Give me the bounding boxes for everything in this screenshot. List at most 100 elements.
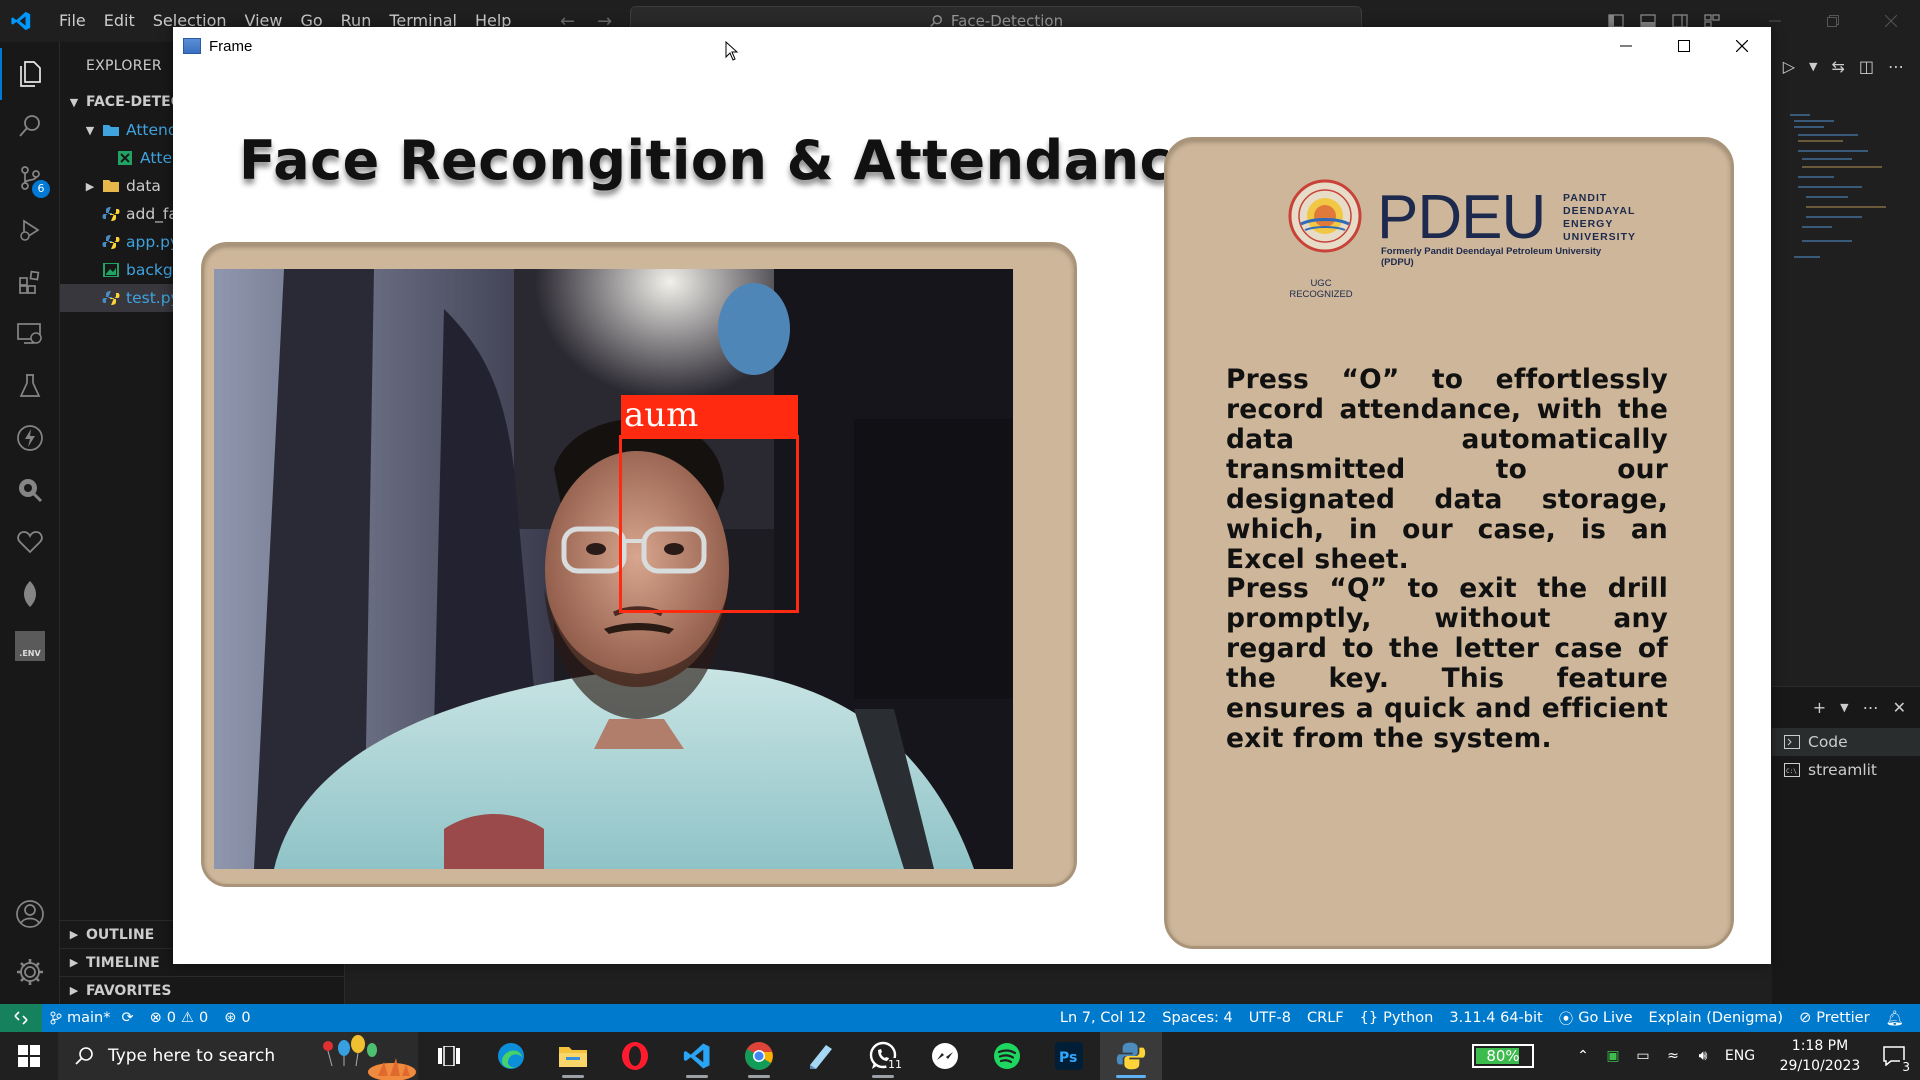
problems-status[interactable]: ⊗ 0 ⚠ 0 xyxy=(142,1010,217,1026)
restore-icon[interactable] xyxy=(1804,0,1862,42)
search-highlight-icon xyxy=(323,1035,416,1080)
section-label: FAVORITES xyxy=(86,982,172,999)
testing-icon[interactable] xyxy=(0,360,60,412)
antenna-icon: ⊛ xyxy=(224,1010,237,1026)
frame-minimize-icon[interactable] xyxy=(1597,27,1655,65)
volume-icon[interactable]: 🔊︎ xyxy=(1688,1048,1718,1064)
battery-icon[interactable]: ▭ xyxy=(1628,1048,1658,1064)
frame-maximize-icon[interactable] xyxy=(1655,27,1713,65)
split-editor-icon[interactable]: ◫ xyxy=(1859,57,1874,76)
menu-file[interactable]: File xyxy=(50,0,95,42)
indentation[interactable]: Spaces: 4 xyxy=(1154,1010,1240,1026)
notification-center-icon[interactable]: 3 xyxy=(1868,1032,1920,1080)
frame-titlebar[interactable]: Frame xyxy=(173,27,1771,65)
search-replace-icon[interactable] xyxy=(0,464,60,516)
braces-icon: {} xyxy=(1359,1010,1379,1026)
env-icon[interactable]: .ENV xyxy=(0,620,60,672)
prettier-status[interactable]: ⊘ Prettier xyxy=(1791,1010,1878,1026)
end-of-line[interactable]: CRLF xyxy=(1299,1010,1352,1026)
extensions-icon[interactable] xyxy=(0,256,60,308)
encoding[interactable]: UTF-8 xyxy=(1241,1010,1299,1026)
input-language[interactable]: ENG xyxy=(1718,1048,1762,1064)
task-view-icon[interactable] xyxy=(418,1032,480,1080)
language-label: Python xyxy=(1383,1010,1434,1026)
close-panel-icon[interactable]: ✕ xyxy=(1893,698,1906,717)
university-seal-icon xyxy=(1288,179,1362,253)
face-bounding-box xyxy=(619,435,799,613)
editor-toolbar: ▷ ▼ ⇆ ◫ ⋯ xyxy=(1772,46,1920,86)
customize-layout-icon[interactable] xyxy=(1696,14,1728,28)
wifi-icon[interactable]: ≈ xyxy=(1658,1048,1688,1064)
cmd-terminal-icon: C:\ xyxy=(1784,763,1800,777)
toggle-panel-icon[interactable] xyxy=(1632,14,1664,28)
chevron-right-icon: ▶ xyxy=(69,928,79,941)
python-file-icon xyxy=(102,291,120,305)
notepad-icon[interactable] xyxy=(790,1032,852,1080)
explain-denigma[interactable]: Explain (Denigma) xyxy=(1641,1010,1792,1026)
logo-subtitle: Formerly Pandit Deendayal Petroleum Univ… xyxy=(1381,246,1602,268)
whatsapp-icon[interactable]: 11 xyxy=(852,1032,914,1080)
close-icon[interactable] xyxy=(1862,0,1920,42)
terminal-tab-streamlit[interactable]: C:\ streamlit xyxy=(1772,756,1920,784)
chevron-down-icon[interactable]: ▼ xyxy=(1840,701,1848,714)
go-live-button[interactable]: ⦿ Go Live xyxy=(1551,1008,1641,1029)
photoshop-icon[interactable]: Ps xyxy=(1038,1032,1100,1080)
compare-icon[interactable]: ⇆ xyxy=(1831,57,1844,76)
favorites-section[interactable]: ▶ FAVORITES xyxy=(60,976,345,1004)
run-debug-icon[interactable] xyxy=(0,204,60,256)
language-mode[interactable]: {} Python xyxy=(1352,1010,1442,1026)
taskbar-search[interactable]: Type here to search xyxy=(58,1032,418,1080)
branch-status[interactable]: main* ⟳ xyxy=(42,1010,142,1026)
remote-explorer-icon[interactable] xyxy=(0,308,60,360)
heart-icon[interactable] xyxy=(0,516,60,568)
more-actions-icon[interactable]: ⋯ xyxy=(1888,57,1904,76)
menu-edit[interactable]: Edit xyxy=(95,0,144,42)
python-interpreter[interactable]: 3.11.4 64-bit xyxy=(1441,1010,1550,1026)
vscode-icon[interactable] xyxy=(666,1032,728,1080)
file-explorer-icon[interactable] xyxy=(542,1032,604,1080)
python-icon[interactable] xyxy=(1100,1032,1162,1080)
tree-label: data xyxy=(126,177,161,195)
section-label: TIMELINE xyxy=(86,954,160,971)
chevron-up-icon[interactable]: ⌃ xyxy=(1568,1048,1598,1064)
run-icon[interactable]: ▷ xyxy=(1783,57,1795,76)
tray-app-icon[interactable]: ▣ xyxy=(1598,1048,1628,1064)
windows-start-icon[interactable] xyxy=(0,1032,58,1080)
ports-status[interactable]: ⊛ 0 xyxy=(216,1010,258,1026)
clock-time: 1:18 PM xyxy=(1791,1038,1849,1054)
messenger-icon[interactable] xyxy=(914,1032,976,1080)
remote-indicator-icon[interactable] xyxy=(0,1004,42,1032)
terminal-tab-code[interactable]: Code xyxy=(1772,728,1920,756)
instruction-record: Press “O” to effortlessly record attenda… xyxy=(1226,364,1668,575)
chevron-down-icon[interactable]: ▼ xyxy=(1809,60,1817,73)
leaf-icon[interactable] xyxy=(0,568,60,620)
settings-gear-icon[interactable] xyxy=(0,946,60,998)
broadcast-icon: ⦿ xyxy=(1558,1011,1574,1028)
search-icon xyxy=(75,1047,93,1065)
more-actions-icon[interactable]: ⋯ xyxy=(1863,698,1879,717)
sync-icon[interactable]: ⟳ xyxy=(121,1010,133,1026)
search-icon[interactable] xyxy=(0,100,60,152)
lightning-icon[interactable] xyxy=(0,412,60,464)
python-file-icon xyxy=(102,207,120,221)
notifications-bell-icon[interactable]: 🔔︎ xyxy=(1878,1010,1912,1027)
battery-indicator[interactable]: 80% xyxy=(1472,1044,1534,1068)
chrome-icon[interactable] xyxy=(728,1032,790,1080)
cursor-position[interactable]: Ln 7, Col 12 xyxy=(1052,1010,1154,1026)
new-terminal-icon[interactable]: + xyxy=(1813,698,1826,717)
toggle-secondary-sidebar-icon[interactable] xyxy=(1664,14,1696,28)
clock[interactable]: 1:18 PM 29/10/2023 xyxy=(1772,1036,1868,1076)
opera-icon[interactable] xyxy=(604,1032,666,1080)
minimap xyxy=(1788,110,1898,280)
toggle-sidebar-icon[interactable] xyxy=(1600,14,1632,28)
source-control-icon[interactable]: 6 xyxy=(0,152,60,204)
edge-icon[interactable] xyxy=(480,1032,542,1080)
spotify-icon[interactable] xyxy=(976,1032,1038,1080)
terminal-label: streamlit xyxy=(1808,761,1878,779)
frame-close-icon[interactable] xyxy=(1713,27,1771,65)
explorer-icon[interactable] xyxy=(0,48,60,100)
chevron-right-icon: ▶ xyxy=(69,956,79,969)
face-detection-name: aum xyxy=(624,395,699,435)
whatsapp-badge: 11 xyxy=(886,1058,904,1071)
accounts-icon[interactable] xyxy=(0,888,60,940)
